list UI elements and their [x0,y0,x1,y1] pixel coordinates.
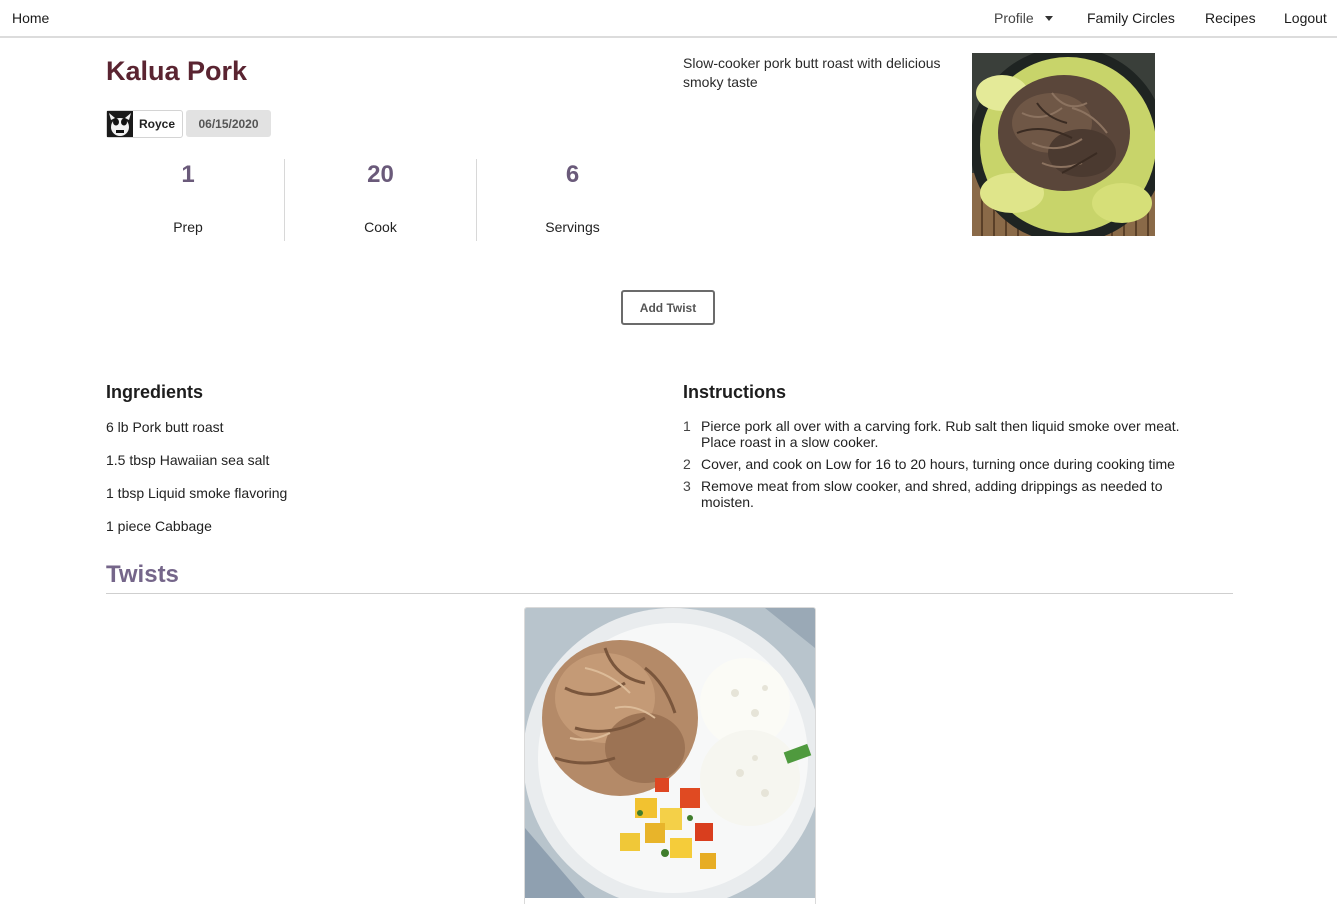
stat-label: Cook [364,219,397,235]
ingredient-item: 1.5 tbsp Hawaiian sea salt [106,452,270,468]
nav-profile-dropdown[interactable]: Profile [994,10,1053,26]
step-text: Pierce pork all over with a carving fork… [701,418,1180,450]
stat-prep: 1 Prep [92,159,284,241]
recipe-photo [972,53,1155,236]
stat-value: 6 [565,161,580,188]
nav-recipes-link[interactable]: Recipes [1205,10,1256,26]
twist-photo [525,608,815,898]
instruction-step: 2 Cover, and cook on Low for 16 to 20 ho… [683,456,1213,472]
ingredient-item: 1 piece Cabbage [106,518,212,534]
nav-home-link[interactable]: Home [12,10,49,26]
ingredient-item: 1 tbsp Liquid smoke flavoring [106,485,288,501]
stat-servings: 6 Servings [476,159,668,241]
date-badge: 06/15/2020 [186,110,271,137]
stat-cook: 20 Cook [284,159,476,241]
step-number: 1 [683,418,691,434]
nav-logout-link[interactable]: Logout [1284,10,1327,26]
stat-value: 20 [367,161,394,188]
chevron-down-icon [1044,16,1053,21]
twists-heading: Twists [106,561,179,588]
nav-family-circles-link[interactable]: Family Circles [1087,10,1175,26]
author-name: Royce [139,117,176,131]
step-text: Cover, and cook on Low for 16 to 20 hour… [701,456,1175,472]
recipe-description: Slow-cooker pork butt roast with delicio… [683,55,941,90]
ingredients-heading: Ingredients [106,382,204,402]
instruction-list: 1 Pierce pork all over with a carving fo… [683,418,1213,516]
twists-divider [106,593,1233,594]
author-chip[interactable]: Royce [106,110,183,138]
stat-label: Prep [173,219,203,235]
recipe-stats: 1 Prep 20 Cook 6 Servings [92,159,669,241]
add-twist-button[interactable]: Add Twist [621,290,715,325]
ingredient-item: 6 lb Pork butt roast [106,419,224,435]
instruction-step: 1 Pierce pork all over with a carving fo… [683,418,1213,450]
avatar [107,111,133,137]
step-number: 3 [683,478,691,494]
instruction-step: 3 Remove meat from slow cooker, and shre… [683,478,1213,510]
recipe-title: Kalua Pork [106,56,248,86]
twist-card[interactable] [524,607,816,904]
step-number: 2 [683,456,691,472]
stat-label: Servings [545,219,600,235]
stat-value: 1 [181,161,195,188]
step-text: Remove meat from slow cooker, and shred,… [701,478,1163,510]
ingredient-list: 6 lb Pork butt roast 1.5 tbsp Hawaiian s… [106,419,287,551]
top-nav: Home Profile Family Circles Recipes Logo… [0,0,1337,38]
nav-profile-label: Profile [994,10,1034,26]
instructions-heading: Instructions [683,382,787,402]
